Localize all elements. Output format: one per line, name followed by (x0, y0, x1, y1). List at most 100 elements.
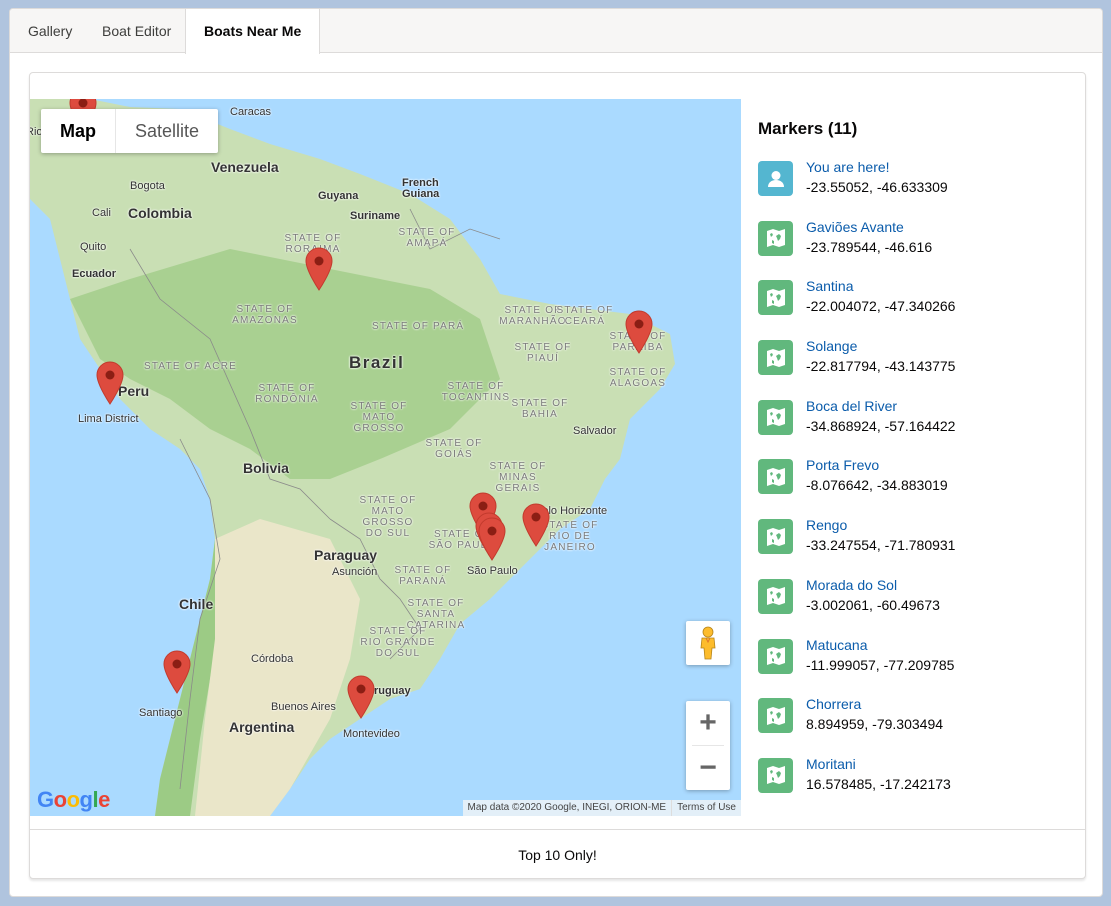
marker-list-title: Markers (11) (758, 119, 858, 138)
country-label: Argentina (229, 719, 295, 735)
country-label: Guiana (402, 188, 440, 200)
marker-coordinates: -23.55052, -46.633309 (806, 179, 948, 195)
marker-list-item[interactable]: Rengo -33.247554, -71.780931 (758, 515, 1078, 575)
state-label: STATE OF CEARÁ (556, 305, 614, 327)
state-label: STATE OF ACRE (144, 361, 238, 372)
marker-coordinates: -34.868924, -57.164422 (806, 417, 956, 434)
terms-of-use-link[interactable]: Terms of Use (671, 800, 741, 816)
marker-list-item[interactable]: Moritani 16.578485, -17.242173 (758, 754, 1078, 814)
map-pin-icon[interactable] (305, 247, 333, 291)
city-label: São Paulo (467, 565, 518, 577)
city-label: Córdoba (251, 653, 294, 665)
tab-boat-editor[interactable]: Boat Editor (84, 9, 189, 53)
marker-list-item[interactable]: You are here! -23.55052, -46.633309 (758, 157, 1078, 217)
map-pin-icon[interactable] (478, 517, 506, 561)
map-attribution: Map data ©2020 Google, INEGI, ORION-ME T… (462, 800, 741, 816)
marker-coordinates: 8.894959, -79.303494 (806, 716, 944, 733)
city-label: Quito (80, 241, 107, 253)
map-icon (758, 280, 793, 316)
marker-coordinates: -8.076642, -34.883019 (806, 477, 948, 494)
marker-name-link[interactable]: Matucana (806, 637, 867, 653)
marker-name-link[interactable]: Santina (806, 278, 853, 294)
marker-list-item[interactable]: Gaviões Avante -23.789544, -46.616 (758, 217, 1078, 277)
country-label: Brazil (349, 353, 405, 372)
map-icon (758, 578, 793, 614)
city-label: Bogota (130, 180, 165, 192)
marker-list-item[interactable]: Santina -22.004072, -47.340266 (758, 276, 1078, 336)
marker-name-link[interactable]: Morada do Sol (806, 577, 897, 593)
state-label: STATE OF PARÁ (372, 321, 465, 332)
map-icon (758, 698, 793, 734)
state-label: STATE OF BAHIA (511, 398, 569, 420)
country-label: Bolivia (243, 460, 289, 476)
marker-coordinates: -22.004072, -47.340266 (806, 298, 956, 315)
zoom-out-button[interactable]: − (686, 746, 730, 790)
map-icon (758, 340, 793, 376)
marker-coordinates: 16.578485, -17.242173 (806, 775, 951, 792)
marker-coordinates: -11.999057, -77.209785 (806, 656, 955, 673)
map[interactable]: Caracas Rio Venezuela Bogota Cali Colomb… (30, 99, 741, 816)
map-pin-icon[interactable] (163, 650, 191, 694)
top-10-footer[interactable]: Top 10 Only! (30, 829, 1085, 879)
marker-coordinates: -3.002061, -60.49673 (806, 596, 940, 613)
marker-list-item[interactable]: Chorrera 8.894959, -79.303494 (758, 694, 1078, 754)
map-icon (758, 519, 793, 555)
tab-bar: Gallery Boat Editor Boats Near Me (10, 9, 1102, 54)
map-pin-icon[interactable] (347, 675, 375, 719)
map-type-map-button[interactable]: Map (41, 109, 116, 153)
map-type-satellite-button[interactable]: Satellite (116, 109, 218, 153)
map-pin-icon[interactable] (625, 310, 653, 354)
marker-name-link[interactable]: Rengo (806, 517, 847, 533)
marker-coordinates: -22.817794, -43.143775 (806, 358, 956, 375)
marker-name-link[interactable]: Solange (806, 338, 857, 354)
tab-boats-near-me[interactable]: Boats Near Me (185, 9, 321, 54)
pegman-icon (700, 626, 716, 660)
marker-list-item[interactable]: Morada do Sol -3.002061, -60.49673 (758, 575, 1078, 635)
country-label: Colombia (128, 205, 192, 221)
map-pin-icon[interactable] (96, 361, 124, 405)
state-label: STATE OF PARANÁ (394, 565, 452, 587)
marker-name-link[interactable]: Boca del River (806, 398, 897, 414)
state-label: STATE OF RONDÔNIA (255, 383, 319, 405)
state-label: STATE OF GOIÁS (425, 438, 483, 460)
state-label: STATE OF MATO GROSSO DO SUL (359, 495, 417, 539)
city-label: Salvador (573, 425, 617, 437)
marker-coordinates: -33.247554, -71.780931 (806, 537, 956, 554)
marker-list-item[interactable]: Boca del River -34.868924, -57.164422 (758, 396, 1078, 456)
city-label: Caracas (230, 106, 271, 118)
city-label: Montevideo (343, 728, 400, 740)
marker-list-item[interactable]: Matucana -11.999057, -77.209785 (758, 635, 1078, 695)
map-pin-icon[interactable] (522, 503, 550, 547)
state-label: STATE OF PIAUÍ (514, 342, 572, 364)
marker-name-link[interactable]: Chorrera (806, 696, 861, 712)
marker-list: Markers (11) You are here! -23.55052, -4… (758, 99, 1078, 814)
marker-name-link[interactable]: Porta Frevo (806, 457, 879, 473)
marker-list-item[interactable]: Porta Frevo -8.076642, -34.883019 (758, 455, 1078, 515)
state-label: STATE OF ALAGOAS (609, 367, 667, 389)
country-label: Guyana (318, 190, 359, 202)
state-label: STATE OF AMAPÁ (398, 227, 456, 249)
city-label: Cali (92, 207, 111, 219)
marker-name-link[interactable]: Moritani (806, 756, 856, 772)
marker-list-item[interactable]: Solange -22.817794, -43.143775 (758, 336, 1078, 396)
boats-near-me-card: Caracas Rio Venezuela Bogota Cali Colomb… (29, 72, 1086, 879)
state-label: STATE OF RIO GRANDE DO SUL (360, 626, 436, 659)
marker-name-link[interactable]: You are here! (806, 159, 890, 175)
country-label: Venezuela (211, 159, 279, 175)
user-icon (758, 161, 793, 196)
marker-coordinates: -23.789544, -46.616 (806, 238, 933, 255)
state-label: STATE OF MATO GROSSO (350, 401, 408, 434)
zoom-control: + − (686, 701, 730, 790)
city-label: Buenos Aires (271, 701, 336, 713)
city-label: Lima District (78, 413, 139, 425)
zoom-in-button[interactable]: + (686, 701, 730, 745)
tab-gallery[interactable]: Gallery (10, 9, 90, 53)
map-icon (758, 459, 793, 495)
map-icon (758, 638, 793, 674)
country-label: Suriname (350, 210, 401, 222)
street-view-button[interactable] (686, 621, 730, 665)
state-label: STATE OF MINAS GERAIS (489, 461, 547, 494)
map-icon (758, 220, 793, 256)
city-label: Asunción (332, 566, 378, 578)
marker-name-link[interactable]: Gaviões Avante (806, 219, 904, 235)
